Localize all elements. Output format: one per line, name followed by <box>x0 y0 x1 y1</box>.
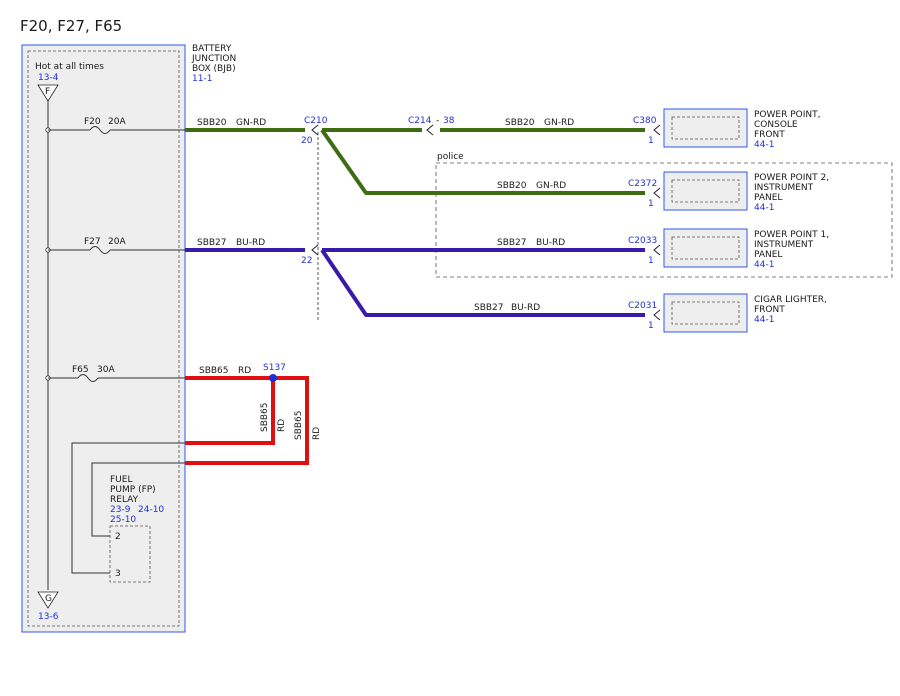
device-3-label-line-2: INSTRUMENT <box>754 240 814 250</box>
connector-c2033-name: C2033 <box>628 236 657 246</box>
wire-label-sbb27-c2031-color: BU-RD <box>511 303 540 313</box>
device-1-label-line-2: CONSOLE <box>754 120 798 130</box>
relay-ref-3: 25-10 <box>110 515 136 525</box>
c210-pin20-arrow-icon <box>311 124 319 136</box>
c380-arrow-icon <box>653 124 661 136</box>
hot-label: Hot at all times <box>35 62 104 72</box>
device-2-ref: 44-1 <box>754 203 774 213</box>
connector-c2031-pin: 1 <box>648 321 654 331</box>
police-label: police <box>437 152 464 162</box>
c214-arrow-icon <box>426 124 434 136</box>
fuse-f65-rating: 30A <box>97 365 115 375</box>
wire-label-sbb27-c2033-color: BU-RD <box>536 238 565 248</box>
wire-label-sbb65-inner-circuit: SBB65 <box>260 402 270 432</box>
device-power-point-console-box <box>663 108 748 148</box>
wire-label-sbb65-outer-circuit: SBB65 <box>294 410 304 440</box>
connector-c210-name: C210 <box>304 116 328 126</box>
splice-s137-dot <box>269 374 277 382</box>
relay-label-line-1: FUEL <box>110 475 132 485</box>
c210-pin22-arrow-icon <box>311 244 319 256</box>
device-1-label-line-1: POWER POINT, <box>754 110 820 120</box>
ground-ref: 13-6 <box>38 612 59 622</box>
device-2-label-line-2: INSTRUMENT <box>754 183 814 193</box>
connector-c2031-name: C2031 <box>628 301 657 311</box>
connector-c380-pin: 1 <box>648 136 654 146</box>
device-power-point-2-box <box>663 171 748 211</box>
page-title: F20, F27, F65 <box>20 17 122 35</box>
device-3-ref: 44-1 <box>754 260 774 270</box>
connector-c210-pin-20: 20 <box>301 136 313 146</box>
relay-ref-2: 24-10 <box>138 505 164 515</box>
device-3-label-line-3: PANEL <box>754 250 782 260</box>
bjb-label-line-3: BOX (BJB) <box>192 64 236 74</box>
connector-c2033-pin: 1 <box>648 256 654 266</box>
wire-label-sbb65-bjb-color: RD <box>238 366 251 376</box>
device-cigar-lighter-box <box>663 293 748 333</box>
device-power-point-1-box <box>663 228 748 268</box>
relay-label-line-2: PUMP (FP) <box>110 485 156 495</box>
c2031-arrow-icon <box>653 309 661 321</box>
bjb-label-line-2: JUNCTION <box>191 54 236 64</box>
wire-sbb20-to-c2372 <box>320 128 645 195</box>
connector-c214-pin: 38 <box>443 116 455 126</box>
connector-c2372-pin: 1 <box>648 199 654 209</box>
device-4-label-line-2: FRONT <box>754 305 785 315</box>
device-1-ref: 44-1 <box>754 140 774 150</box>
fuse-f20-id: F20 <box>84 117 101 127</box>
connector-c2372-name: C2372 <box>628 179 657 189</box>
fuse-f27-rating: 20A <box>108 237 126 247</box>
wiring-diagram: F20, F27, F65 BATTERY JUNCTION BOX (BJB)… <box>20 17 893 633</box>
wire-label-sbb20-c2372-color: GN-RD <box>536 181 566 191</box>
relay-label-line-3: RELAY <box>110 495 139 505</box>
bjb-ref: 11-1 <box>192 74 212 84</box>
bjb-label-line-1: BATTERY <box>192 44 232 54</box>
wire-label-sbb20-c380-color: GN-RD <box>544 118 574 128</box>
wire-label-sbb27-c2033-circuit: SBB27 <box>497 238 527 248</box>
wire-sbb65-outer-loop <box>185 376 309 465</box>
device-2-label-line-1: POWER POINT 2, <box>754 173 829 183</box>
device-2-label-line-3: PANEL <box>754 193 782 203</box>
wire-label-sbb20-c2372-circuit: SBB20 <box>497 181 527 191</box>
connector-c380-name: C380 <box>633 116 657 126</box>
wire-label-sbb27-bjb-color: BU-RD <box>236 238 265 248</box>
fuse-f27-id: F27 <box>84 237 101 247</box>
c2033-arrow-icon <box>653 244 661 256</box>
device-1-label-line-3: FRONT <box>754 130 785 140</box>
wire-label-sbb27-bjb-circuit: SBB27 <box>197 238 227 248</box>
ground-letter: G <box>45 594 52 604</box>
relay-pin-3: 3 <box>115 569 121 579</box>
splice-s137-name: S137 <box>263 363 286 373</box>
wire-label-sbb20-c380-circuit: SBB20 <box>505 118 535 128</box>
wire-label-sbb65-outer-color: RD <box>312 427 322 440</box>
device-4-ref: 44-1 <box>754 315 774 325</box>
wire-label-sbb20-bjb-circuit: SBB20 <box>197 118 227 128</box>
wire-label-sbb20-bjb-color: GN-RD <box>236 118 266 128</box>
c2372-arrow-icon <box>653 187 661 199</box>
wire-label-sbb65-inner-color: RD <box>277 419 287 432</box>
connector-c214-dash: - <box>436 116 439 126</box>
device-4-label-line-1: CIGAR LIGHTER, <box>754 295 827 305</box>
connector-c214-name: C214 <box>408 116 432 126</box>
device-3-label-line-1: POWER POINT 1, <box>754 230 829 240</box>
hot-feed-letter: F <box>45 87 50 97</box>
wire-label-sbb27-c2031-circuit: SBB27 <box>474 303 504 313</box>
relay-ref-1: 23-9 <box>110 505 131 515</box>
hot-ref: 13-4 <box>38 73 59 83</box>
relay-pin-2: 2 <box>115 532 121 542</box>
wire-label-sbb65-bjb-circuit: SBB65 <box>199 366 229 376</box>
connector-c210-pin-22: 22 <box>301 256 312 266</box>
fuse-f65-id: F65 <box>72 365 89 375</box>
fuse-f20-rating: 20A <box>108 117 126 127</box>
